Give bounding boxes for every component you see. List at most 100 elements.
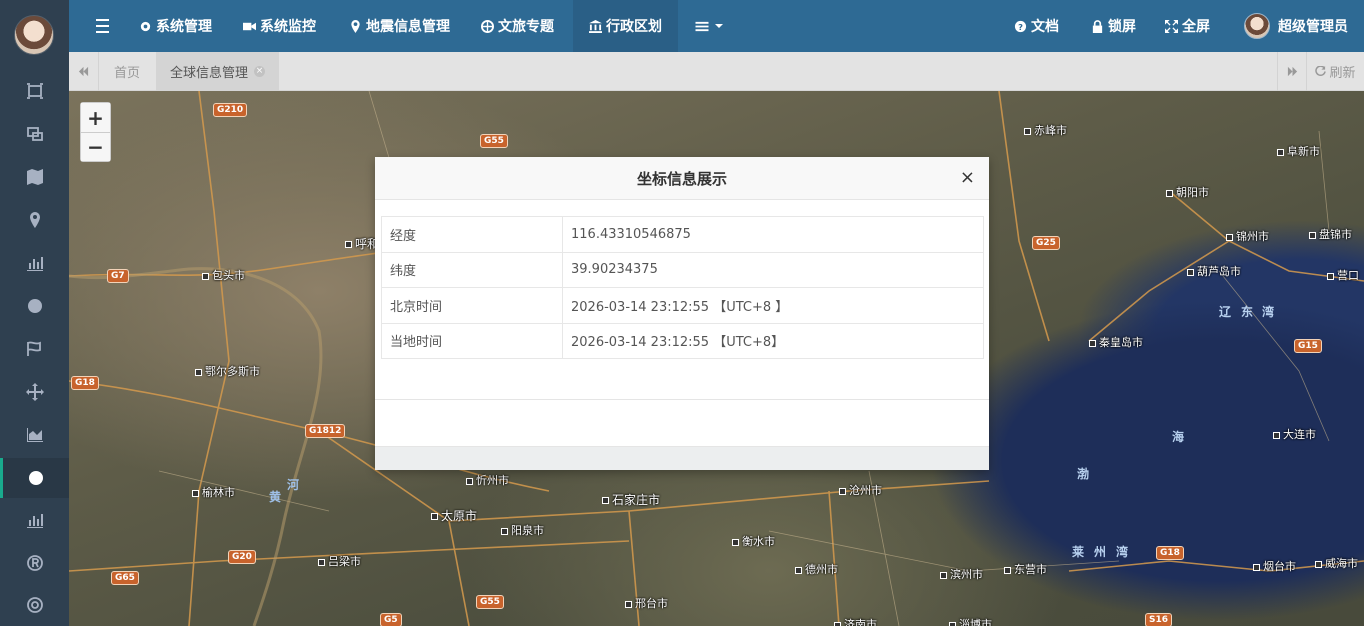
close-icon[interactable]: × <box>254 66 266 77</box>
nav-system-manage[interactable]: 系统管理 <box>139 0 212 52</box>
sea-label: 东 <box>1241 305 1254 319</box>
list-icon <box>695 21 709 31</box>
nav-culture-tourism[interactable]: 文旅专题 <box>481 0 554 52</box>
user-name: 超级管理员 <box>1278 19 1348 35</box>
city-label: 阜新市 <box>1277 143 1320 159</box>
close-icon[interactable]: × <box>960 169 975 187</box>
sidebar-item-screen[interactable] <box>0 71 69 111</box>
city-label: 济南市 <box>834 616 877 626</box>
refresh-label: 刷新 <box>1329 66 1356 81</box>
lock-label: 锁屏 <box>1108 19 1136 35</box>
lock-screen-button[interactable]: 锁屏 <box>1091 0 1136 52</box>
nav-label: 地震信息管理 <box>366 19 450 35</box>
sidebar-item-flag[interactable] <box>0 329 69 369</box>
highway-shield: G55 <box>480 134 508 148</box>
sidebar-item-global-info[interactable] <box>0 458 69 498</box>
city-label: 营口 <box>1327 267 1359 283</box>
highway-shield: G15 <box>1294 339 1322 353</box>
tabs-scroll-left-button[interactable] <box>69 52 99 91</box>
sea-label: 州 <box>1094 545 1107 559</box>
nav-label: 行政区划 <box>606 19 662 35</box>
table-row: 当地时间 2026-03-14 23:12:55 【UTC+8】 <box>381 322 984 359</box>
hamburger-icon <box>95 19 109 21</box>
city-label: 大连市 <box>1273 426 1316 442</box>
city-label: 赤峰市 <box>1024 122 1067 138</box>
tab-label: 全球信息管理 <box>170 66 249 81</box>
dialog-title: 坐标信息展示 <box>636 169 727 188</box>
highway-shield: G20 <box>228 550 256 564</box>
question-circle-icon: ? <box>1014 20 1027 32</box>
forward-icon <box>1287 66 1298 77</box>
city-label: 鄂尔多斯市 <box>195 363 260 379</box>
tab-global-info[interactable]: 全球信息管理 × <box>156 52 280 91</box>
area-chart-icon <box>26 428 43 442</box>
lock-icon <box>1092 19 1103 33</box>
row-key: 经度 <box>381 216 563 253</box>
sea-label: 海 <box>1172 430 1185 444</box>
flag-icon <box>26 341 41 356</box>
highway-shield: G18 <box>71 376 99 390</box>
nav-system-monitor[interactable]: 系统监控 <box>243 0 316 52</box>
sidebar-item-statistics[interactable] <box>0 243 69 283</box>
highway-shield: S16 <box>1145 613 1173 626</box>
nav-label: 系统监控 <box>260 19 316 35</box>
city-label: 吕梁市 <box>318 553 361 569</box>
city-label: 威海市 <box>1315 555 1358 571</box>
zoom-out-button[interactable]: − <box>81 132 110 161</box>
dialog-body: 经度 116.43310546875 纬度 39.90234375 北京时间 2… <box>375 200 989 399</box>
nav-admin-division[interactable]: 行政区划 <box>573 0 678 52</box>
sidebar-item-report[interactable] <box>0 500 69 540</box>
globe-icon <box>29 471 43 485</box>
highway-shield: G5 <box>380 613 402 626</box>
tabs-scroll-right-button[interactable] <box>1277 52 1307 91</box>
nav-label: 系统管理 <box>156 19 212 35</box>
zoom-in-button[interactable]: + <box>81 103 110 132</box>
user-menu[interactable]: 超级管理员 <box>1244 0 1348 52</box>
tab-bar: 首页 全球信息管理 × 刷新 <box>69 52 1364 91</box>
sidebar-item-area-chart[interactable] <box>0 415 69 455</box>
row-value: 2026-03-14 23:12:55 【UTC+8 】 <box>562 287 984 324</box>
highway-shield: G18 <box>1156 546 1184 560</box>
highway-shield: G55 <box>476 595 504 609</box>
gear-icon <box>140 21 151 31</box>
menu-toggle-button[interactable] <box>93 0 111 52</box>
sidebar-item-registered[interactable] <box>0 543 69 583</box>
sidebar-item-location[interactable] <box>0 200 69 240</box>
nav-earthquake-info[interactable]: 地震信息管理 <box>349 0 450 52</box>
city-label: 秦皇岛市 <box>1089 334 1143 350</box>
tab-home[interactable]: 首页 <box>100 52 154 91</box>
docs-link[interactable]: ? 文档 <box>1014 0 1059 52</box>
map-marker-icon <box>29 212 40 228</box>
screen-icon <box>26 83 43 99</box>
city-label: 呼和 <box>345 235 379 252</box>
sea-label: 湾 <box>1262 305 1275 319</box>
nav-more-dropdown[interactable] <box>695 0 723 52</box>
city-label: 石家庄市 <box>602 491 660 508</box>
highway-shield: G1812 <box>305 424 346 438</box>
city-label: 太原市 <box>431 507 477 524</box>
life-ring-icon <box>26 597 43 613</box>
sea-label: 辽 <box>1219 305 1232 319</box>
city-label: 德州市 <box>795 561 838 577</box>
city-label: 东营市 <box>1004 561 1047 577</box>
zoom-control: + − <box>80 102 111 162</box>
sea-label: 湾 <box>1116 545 1129 559</box>
highway-shield: G7 <box>107 269 129 283</box>
sidebar-item-help[interactable] <box>0 585 69 625</box>
sidebar-item-layout[interactable] <box>0 114 69 154</box>
dialog-bottom-strip <box>375 447 989 470</box>
city-label: 阳泉市 <box>501 522 544 538</box>
avatar[interactable] <box>14 15 54 55</box>
refresh-button[interactable]: 刷新 <box>1306 52 1364 91</box>
fullscreen-button[interactable]: 全屏 <box>1165 0 1210 52</box>
sidebar-item-globe[interactable] <box>0 286 69 326</box>
city-label: 朝阳市 <box>1166 184 1209 200</box>
video-icon <box>243 22 256 30</box>
row-key: 纬度 <box>381 251 563 288</box>
expand-icon <box>1165 19 1178 33</box>
sidebar-item-move[interactable] <box>0 372 69 412</box>
city-label: 盘锦市 <box>1309 226 1352 242</box>
city-label: 忻州市 <box>466 472 509 488</box>
nav-label: 文旅专题 <box>498 19 554 35</box>
sidebar-item-map[interactable] <box>0 157 69 197</box>
